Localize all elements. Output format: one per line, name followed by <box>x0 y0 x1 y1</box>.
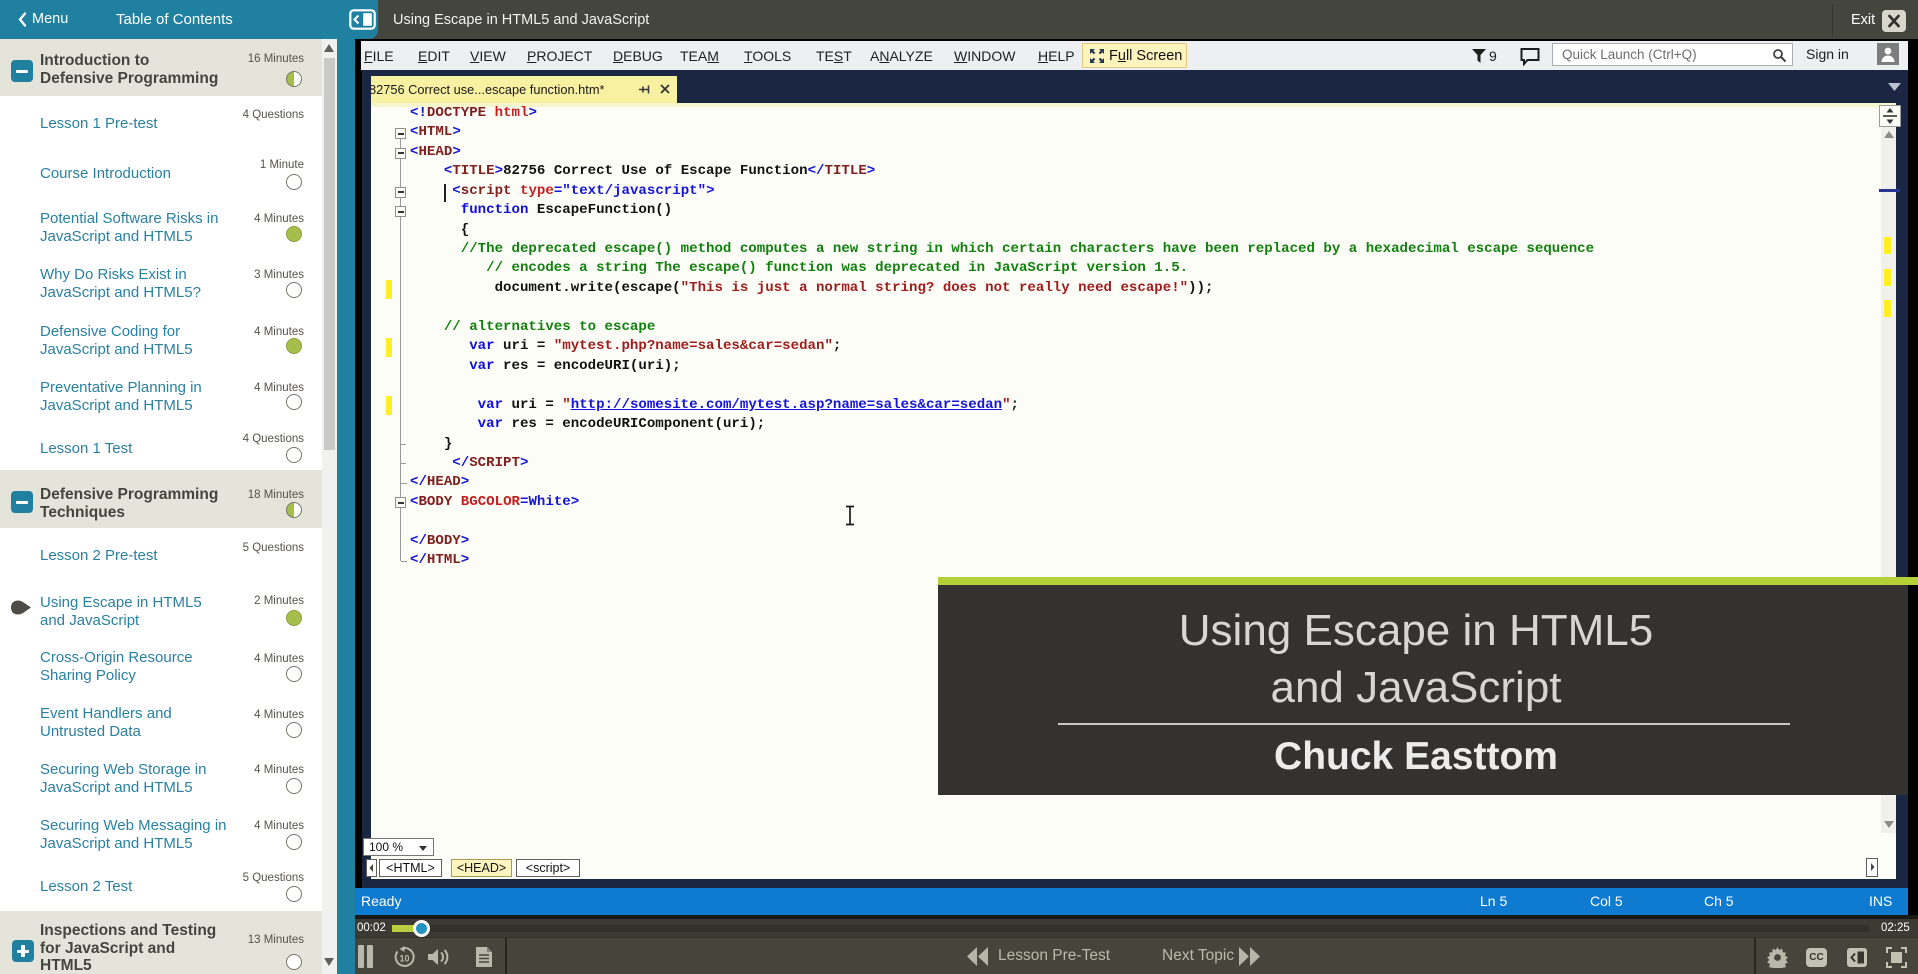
svg-text:9: 9 <box>1489 48 1497 64</box>
svg-text:10: 10 <box>400 954 410 964</box>
